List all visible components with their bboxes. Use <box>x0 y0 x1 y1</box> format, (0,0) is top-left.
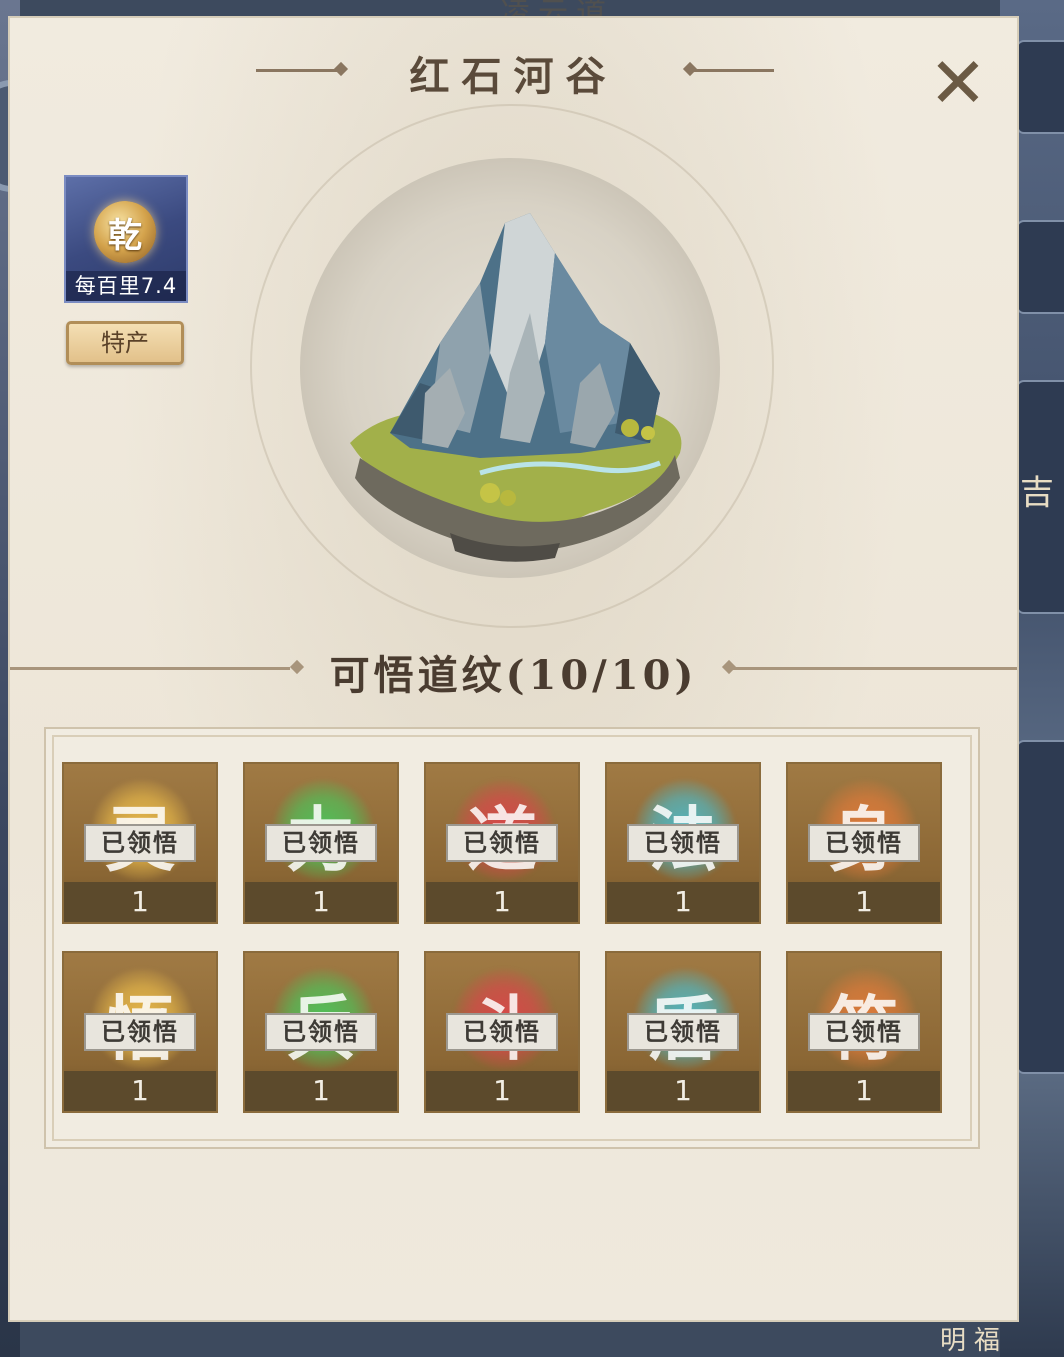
comprehended-tag: 已领悟 <box>446 1013 558 1051</box>
background-side-tab <box>1016 740 1064 1074</box>
dao-pattern-card[interactable]: 力已领悟1 <box>243 762 399 924</box>
dao-pattern-card[interactable]: 道已领悟1 <box>424 762 580 924</box>
pattern-count: 1 <box>788 882 940 922</box>
comprehended-tag: 已领悟 <box>808 824 920 862</box>
background-side-tab <box>1016 220 1064 314</box>
comprehended-tag: 已领悟 <box>627 824 739 862</box>
comprehended-tag: 已领悟 <box>84 1013 196 1051</box>
comprehended-tag: 已领悟 <box>627 1013 739 1051</box>
comprehended-tag: 已领悟 <box>265 824 377 862</box>
background-char: 吉 <box>1020 473 1054 513</box>
section-title: 可悟道纹(10/10) <box>329 652 698 699</box>
pattern-count: 1 <box>64 882 216 922</box>
pattern-count: 1 <box>426 882 578 922</box>
dao-pattern-card[interactable]: 悟已领悟1 <box>62 951 218 1113</box>
pattern-count: 1 <box>245 882 397 922</box>
dao-pattern-card[interactable]: 盾已领悟1 <box>605 951 761 1113</box>
pattern-count: 1 <box>607 882 759 922</box>
region-detail-panel: 红石河谷 ✕ 乾 每百里7.4 特产 可悟道纹(10/10) 已领悟 1 已领悟… <box>10 18 1017 1320</box>
background-bottom-text: 明福 <box>940 1326 1009 1356</box>
dao-pattern-card[interactable]: 法已领悟1 <box>605 762 761 924</box>
qian-coin-icon: 乾 <box>94 201 156 263</box>
specialty-button[interactable]: 特产 <box>66 321 184 365</box>
pattern-count: 1 <box>788 1071 940 1111</box>
pattern-count: 1 <box>64 1071 216 1111</box>
pattern-count: 1 <box>245 1071 397 1111</box>
panel-title: 红石河谷 <box>409 53 618 100</box>
mountain-island-illustration <box>350 213 682 562</box>
comprehended-tag: 已领悟 <box>808 1013 920 1051</box>
background-side-tab <box>1016 40 1064 134</box>
dao-pattern-card[interactable]: 符已领悟1 <box>786 951 942 1113</box>
comprehended-tag: 已领悟 <box>265 1013 377 1051</box>
comprehended-tag: 已领悟 <box>84 824 196 862</box>
resource-tile[interactable]: 乾 每百里7.4 <box>64 175 188 303</box>
resource-rate-label: 每百里7.4 <box>66 271 186 301</box>
close-button[interactable]: ✕ <box>926 48 990 118</box>
pattern-count: 1 <box>607 1071 759 1111</box>
dao-pattern-card[interactable]: 斗已领悟1 <box>424 951 580 1113</box>
dao-pattern-card[interactable]: 灵已领悟1 <box>62 762 218 924</box>
dao-pattern-card[interactable]: 兵已领悟1 <box>243 951 399 1113</box>
comprehended-tag: 已领悟 <box>446 824 558 862</box>
dao-pattern-card[interactable]: 身已领悟1 <box>786 762 942 924</box>
close-icon: ✕ <box>928 42 988 124</box>
pattern-count: 1 <box>426 1071 578 1111</box>
